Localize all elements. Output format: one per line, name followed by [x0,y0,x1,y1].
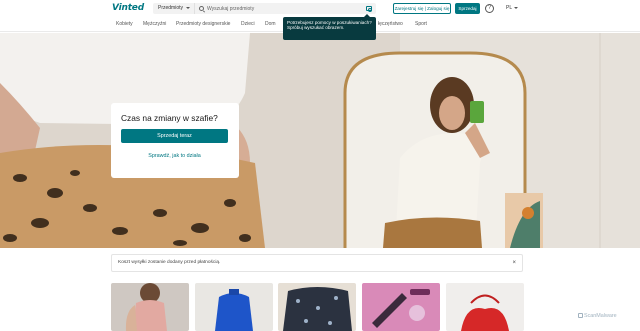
image-search-tooltip: Potrzebujesz pomocy w poszukiwaniach? Sp… [283,14,376,40]
nav-item-dom[interactable]: Dom [265,21,276,27]
category-dropdown-label: Przedmioty [158,5,184,11]
sell-now-button[interactable]: Sprzedaj teraz [121,129,228,143]
signup-login-button[interactable]: Zarejestruj się | Zaloguj się [393,3,451,14]
item-image [278,283,356,331]
item-card[interactable] [362,283,440,331]
item-image [111,283,189,331]
item-card[interactable] [195,283,273,331]
shipping-notice: Koszt wysyłki zostanie dodany przed płat… [111,254,523,272]
hero-title: Czas na zmiany w szafie? [121,113,218,123]
nav-item-kobiety[interactable]: Kobiety [116,21,133,27]
item-card[interactable] [111,283,189,331]
vinted-logo[interactable]: Vinted [112,3,144,13]
language-selector[interactable]: PL [506,5,519,11]
hero-image [0,33,640,248]
item-image [195,283,273,331]
camera-icon[interactable] [366,6,372,12]
search-icon [199,6,204,11]
nav-item-dzieci[interactable]: Dzieci [241,21,255,27]
search-bar: Przedmioty [153,3,376,14]
hero-card: Czas na zmiany w szafie? Sprzedaj teraz … [111,103,239,178]
search-input[interactable] [207,3,362,14]
top-header: Vinted Przedmioty Zarejestruj się | Zalo… [0,0,640,18]
language-label: PL [506,5,513,11]
shield-icon [578,313,583,319]
nav-item-designer[interactable]: Przedmioty designerskie [176,21,230,27]
help-icon[interactable]: ? [485,4,494,13]
shipping-notice-text: Koszt wysyłki zostanie dodany przed płat… [118,260,221,265]
item-card[interactable] [278,283,356,331]
category-dropdown[interactable]: Przedmioty [153,3,195,14]
chevron-down-icon [514,6,519,9]
nav-item-partial[interactable]: łęczęństwo [378,21,403,27]
nav-item-sport[interactable]: Sport [415,21,427,27]
hero-banner: Czas na zmiany w szafie? Sprzedaj teraz … [0,33,640,248]
how-it-works-link[interactable]: Sprawdź, jak to działa [121,149,228,163]
watermark-text: ScanMalware [584,313,617,319]
item-image [446,283,524,331]
watermark: ScanMalware [578,313,617,319]
sell-button[interactable]: Sprzedaj [455,3,480,14]
close-icon[interactable]: × [512,255,516,271]
chevron-down-icon [186,7,190,9]
item-card[interactable] [446,283,524,331]
nav-item-mezczyzni[interactable]: Mężczyźni [143,21,166,27]
item-image [362,283,440,331]
